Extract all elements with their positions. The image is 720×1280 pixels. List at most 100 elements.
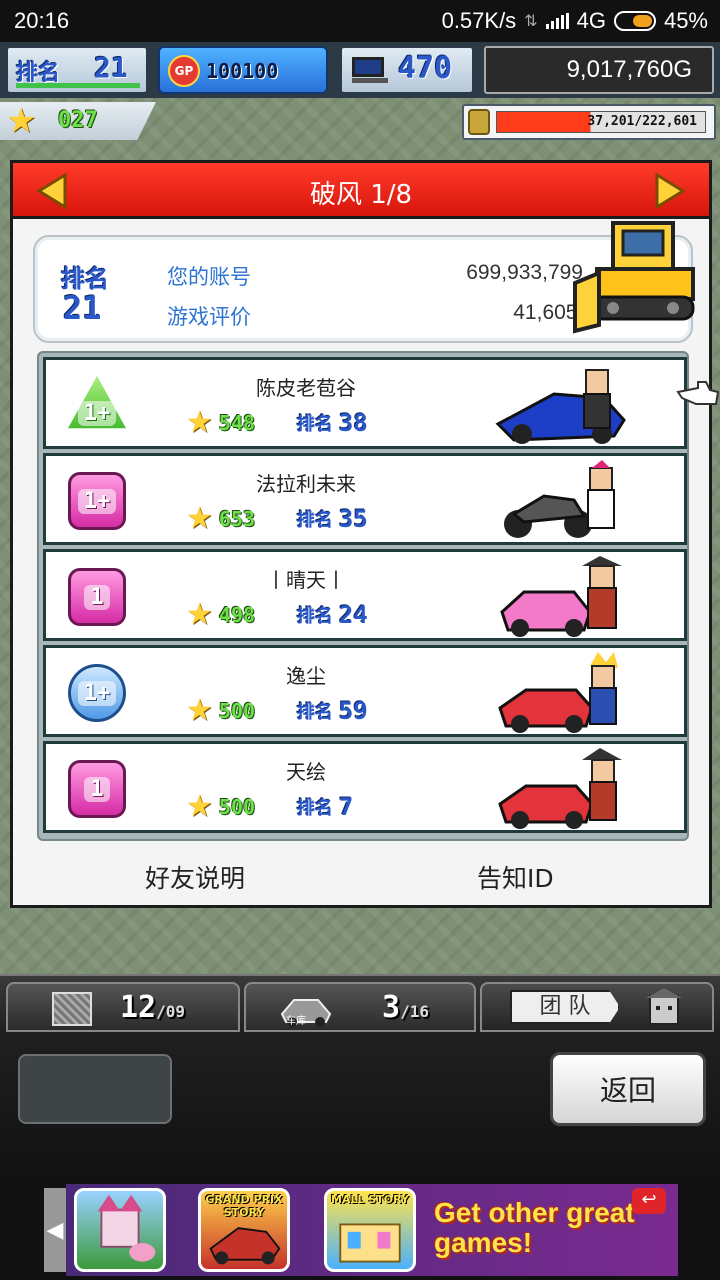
team-label: 团 队 bbox=[510, 990, 620, 1024]
character-face-icon bbox=[646, 988, 682, 1025]
hud-gp[interactable]: GP 100100 bbox=[158, 46, 328, 94]
star-icon: ★ bbox=[186, 501, 213, 536]
ad-app-grand-prix[interactable]: GRAND PRIX STORY bbox=[198, 1188, 290, 1272]
computer-icon bbox=[352, 57, 388, 85]
account-label: 您的账号 bbox=[167, 265, 251, 289]
status-bar: 20:16 0.57K/s ⇅ 4G 45% bbox=[0, 0, 720, 42]
bottom-panel: 返回 bbox=[0, 1036, 720, 1178]
friend-name: 逸尘 bbox=[286, 664, 326, 688]
friend-name: 法拉利未来 bbox=[256, 472, 356, 496]
gp-coin-icon: GP bbox=[168, 55, 200, 87]
garage-label: 车库 bbox=[286, 1016, 306, 1027]
share-id-button[interactable]: 告知ID bbox=[477, 859, 554, 895]
profile-rank-value: 21 bbox=[63, 289, 102, 327]
ad-banner: ◀ GRAND PRIX STORY MALL STORY Get other … bbox=[0, 1178, 720, 1280]
ad-app-title: MALL STORY bbox=[331, 1193, 409, 1206]
chevron-left-icon: ◀ bbox=[46, 1217, 64, 1243]
next-page-button[interactable] bbox=[655, 172, 686, 210]
friend-name: 陈皮老苞谷 bbox=[256, 376, 356, 400]
hud-fuel: 37,201/222,601 bbox=[462, 104, 716, 140]
friend-stats: ★ 548 排名 38 bbox=[186, 408, 383, 438]
level-badge: 1 bbox=[68, 568, 126, 626]
level-badge: 1+ bbox=[68, 376, 126, 429]
friend-rank: 7 bbox=[338, 793, 354, 821]
ad-app-title: GRAND PRIX STORY bbox=[205, 1193, 283, 1219]
friend-rank: 24 bbox=[338, 601, 368, 629]
level-badge: 1+ bbox=[68, 472, 126, 530]
castle-icon bbox=[97, 1194, 156, 1262]
friend-rank-label: 排名 bbox=[296, 414, 333, 435]
rank-progress-bar bbox=[16, 83, 140, 88]
game-hud: 排名 21 GP 100100 470 9,017,760G bbox=[0, 42, 720, 98]
rank-value: 21 bbox=[94, 51, 128, 84]
ad-app-mall-story[interactable]: MALL STORY bbox=[324, 1188, 416, 1272]
ad-app-castle[interactable] bbox=[74, 1188, 166, 1272]
dialog-header: 破风 1/8 bbox=[13, 163, 709, 219]
data-arrows-icon: ⇅ bbox=[524, 13, 538, 30]
battery-level: 45% bbox=[663, 8, 708, 33]
friend-row[interactable]: 1+ 逸尘 ★ 500 排名 59 bbox=[43, 645, 687, 737]
level-badge: 1 bbox=[68, 760, 126, 818]
friend-stars: 548 bbox=[218, 411, 256, 435]
friend-name: 天绘 bbox=[286, 760, 326, 784]
friend-row[interactable]: 1 丨晴天丨 ★ 498 排名 24 bbox=[43, 549, 687, 641]
star-icon: ★ bbox=[186, 405, 213, 440]
arrow-right-icon bbox=[655, 172, 686, 210]
network-speed: 0.57K/s bbox=[441, 8, 517, 33]
dialog-title: 破风 1/8 bbox=[309, 180, 413, 210]
friend-row[interactable]: 1+ 法拉利未来 ★ 653 排名 35 bbox=[43, 453, 687, 545]
friend-rank-label: 排名 bbox=[296, 702, 333, 723]
fuel-bar: 37,201/222,601 bbox=[496, 111, 706, 133]
friend-rank: 59 bbox=[338, 697, 368, 725]
motorcycle-icon bbox=[504, 460, 615, 538]
stars-value: 027 bbox=[58, 108, 98, 133]
friends-dialog: 破风 1/8 排名 21 您的账号 699,933,799 游戏评价 41,60… bbox=[10, 160, 712, 908]
friend-rank: 38 bbox=[338, 409, 368, 437]
signal-icon bbox=[545, 13, 569, 29]
friend-stats: ★ 653 排名 35 bbox=[186, 504, 383, 534]
land-counter: 12/09 bbox=[120, 990, 186, 1025]
friend-rank-label: 排名 bbox=[296, 510, 333, 531]
land-tile-icon bbox=[52, 992, 92, 1026]
red-car-icon bbox=[498, 652, 618, 733]
tab-team[interactable]: 团 队 bbox=[480, 982, 714, 1032]
friends-list[interactable]: 1+ 陈皮老苞谷 ★ 548 排名 38 1+ 法拉利未来 ★ 653 排名 3… bbox=[37, 351, 689, 841]
friend-stats: ★ 500 排名 59 bbox=[186, 696, 383, 726]
friend-stars: 498 bbox=[218, 603, 256, 627]
friend-stats: ★ 500 排名 7 bbox=[186, 792, 383, 822]
friend-row[interactable]: 1 天绘 ★ 500 排名 7 bbox=[43, 741, 687, 833]
hud-research[interactable]: 470 bbox=[340, 46, 474, 94]
red-car-icon bbox=[498, 748, 622, 829]
friend-stars: 500 bbox=[218, 795, 256, 819]
status-right: 0.57K/s ⇅ 4G 45% bbox=[442, 8, 708, 34]
friend-rank-label: 排名 bbox=[296, 798, 333, 819]
account-value: 699,933,799 bbox=[466, 261, 583, 284]
bulldozer-icon bbox=[573, 221, 695, 334]
friend-stars: 653 bbox=[218, 507, 256, 531]
friend-name: 丨晴天丨 bbox=[266, 568, 346, 592]
tab-land[interactable]: 12/09 bbox=[6, 982, 240, 1032]
friend-row[interactable]: 1+ 陈皮老苞谷 ★ 548 排名 38 bbox=[43, 357, 687, 449]
empty-slot bbox=[18, 1054, 172, 1124]
research-value: 470 bbox=[398, 51, 453, 86]
hud-rank[interactable]: 排名 21 bbox=[6, 46, 148, 94]
friend-info-button[interactable]: 好友说明 bbox=[145, 859, 245, 895]
pink-car-icon bbox=[500, 556, 622, 637]
ad-prev-button[interactable]: ◀ bbox=[44, 1188, 66, 1272]
rating-label: 游戏评价 bbox=[167, 305, 251, 329]
ad-content[interactable]: GRAND PRIX STORY MALL STORY Get other gr… bbox=[66, 1184, 678, 1276]
star-icon: ★ bbox=[186, 693, 213, 728]
friend-rank-label: 排名 bbox=[296, 606, 333, 627]
tab-garage[interactable]: 车库 3/16 bbox=[244, 982, 476, 1032]
back-button[interactable]: 返回 bbox=[550, 1052, 706, 1126]
star-icon: ★ bbox=[6, 101, 37, 141]
dialog-footer: 好友说明 告知ID bbox=[13, 855, 709, 899]
redirect-icon[interactable]: ↩ bbox=[632, 1188, 666, 1214]
garage-counter: 3/16 bbox=[382, 990, 429, 1025]
race-car-icon bbox=[495, 369, 626, 444]
gp-value: 100100 bbox=[206, 59, 279, 83]
bottom-tabs: 12/09 车库 3/16 团 队 bbox=[0, 974, 720, 1036]
hud-stars: ★ 027 bbox=[0, 102, 156, 140]
friend-stars: 500 bbox=[218, 699, 256, 723]
star-icon: ★ bbox=[186, 789, 213, 824]
